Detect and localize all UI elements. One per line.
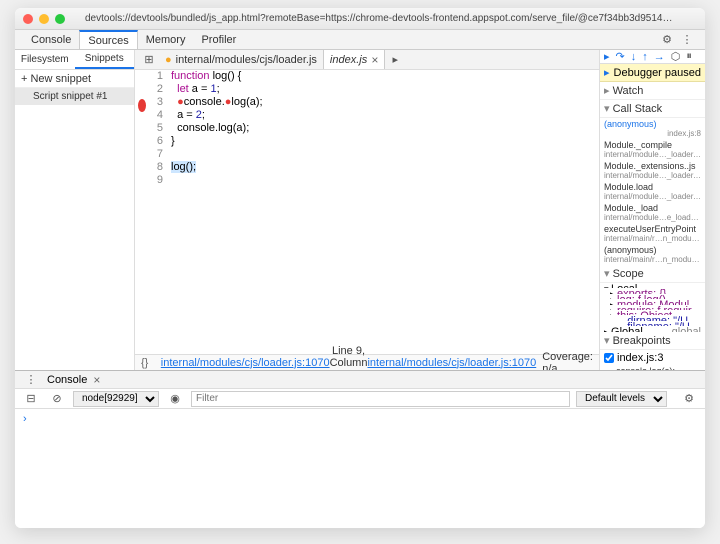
file-tab-index[interactable]: index.js× — [323, 50, 385, 69]
tab-sources[interactable]: Sources — [79, 30, 137, 49]
debugger-paused-msg: Debugger paused — [600, 64, 705, 82]
console-body[interactable]: › — [15, 409, 705, 528]
filter-input[interactable] — [191, 391, 570, 407]
console-settings-icon[interactable]: ⚙ — [681, 391, 697, 407]
pretty-print-icon[interactable]: {} — [141, 357, 161, 369]
snippet-item[interactable]: Script snippet #1 — [15, 88, 134, 105]
stack-frame[interactable]: Module._extensions..jsinternal/module…_l… — [600, 160, 705, 181]
titlebar: devtools://devtools/bundled/js_app.html?… — [15, 8, 705, 30]
debugger-panel: ▸ ↷ ↓ ↑ → ⬡ ⏸ Debugger paused Watch Call… — [600, 50, 705, 370]
tab-snippets[interactable]: Snippets — [75, 50, 135, 69]
breakpoint-item[interactable]: index.js:3 — [600, 350, 705, 366]
step-icon[interactable]: → — [654, 51, 665, 63]
section-scope[interactable]: Scope — [600, 265, 705, 283]
line-numbers: 123456789 — [149, 70, 167, 354]
resume-icon[interactable]: ▸ — [604, 50, 610, 63]
sidebar-toggle-icon[interactable]: ⊟ — [23, 391, 39, 407]
close-drawer-icon[interactable]: × — [93, 373, 100, 387]
status-link-right[interactable]: internal/modules/cjs/loader.js:1070 — [367, 357, 536, 369]
tab-memory[interactable]: Memory — [138, 30, 194, 49]
code-editor[interactable]: 123456789 function log() { let a = 1; ●c… — [135, 70, 599, 354]
breakpoint-marker-icon[interactable] — [138, 99, 146, 112]
section-callstack[interactable]: Call Stack — [600, 100, 705, 118]
new-snippet-button[interactable]: + New snippet — [15, 70, 134, 88]
console-prompt-icon: › — [23, 413, 27, 425]
dirty-dot-icon: ● — [165, 54, 172, 66]
close-window-icon[interactable] — [23, 14, 33, 24]
stack-frame[interactable]: Module._compileinternal/module…_loader.j… — [600, 139, 705, 160]
step-out-icon[interactable]: ↑ — [642, 51, 648, 63]
maximize-window-icon[interactable] — [55, 14, 65, 24]
stack-frame[interactable]: Module.loadinternal/module…_loader.js:10… — [600, 181, 705, 202]
step-over-icon[interactable]: ↷ — [616, 50, 625, 63]
nav-toggle-icon[interactable]: ⊞ — [141, 52, 157, 68]
more-icon[interactable]: ⋮ — [679, 32, 695, 48]
file-tabs: ⊞ ●internal/modules/cjs/loader.js index.… — [135, 50, 599, 70]
window-title: devtools://devtools/bundled/js_app.html?… — [65, 13, 697, 24]
section-watch[interactable]: Watch — [600, 82, 705, 100]
stack-frame[interactable]: executeUserEntryPointinternal/main/r…n_m… — [600, 223, 705, 244]
console-drawer: ⋮ Console × ⊟ ⊘ node[92929] ◉ Default le… — [15, 370, 705, 528]
breakpoint-checkbox[interactable] — [604, 353, 614, 363]
tab-profiler[interactable]: Profiler — [193, 30, 244, 49]
minimize-window-icon[interactable] — [39, 14, 49, 24]
settings-icon[interactable]: ⚙ — [659, 32, 675, 48]
close-tab-icon[interactable]: × — [371, 53, 378, 67]
stack-frame[interactable]: (anonymous)index.js:8 — [600, 118, 705, 139]
clear-console-icon[interactable]: ⊘ — [49, 391, 65, 407]
console-menu-icon[interactable]: ⋮ — [23, 372, 39, 388]
stack-frame[interactable]: (anonymous)internal/main/r…n_module.js:1… — [600, 244, 705, 265]
console-tab[interactable]: Console — [41, 374, 93, 386]
eye-icon[interactable]: ◉ — [167, 391, 183, 407]
tab-console[interactable]: Console — [23, 30, 79, 49]
context-selector[interactable]: node[92929] — [73, 391, 159, 407]
more-tabs-icon[interactable]: ▸ — [387, 52, 403, 68]
paused-line: log(); — [171, 161, 196, 173]
stack-frame[interactable]: Module._loadinternal/module…e_loader.js:… — [600, 202, 705, 223]
devtools-tabs: Console Sources Memory Profiler ⚙ ⋮ — [15, 30, 705, 50]
tab-filesystem[interactable]: Filesystem — [15, 50, 75, 69]
section-breakpoints[interactable]: Breakpoints — [600, 332, 705, 350]
deactivate-bp-icon[interactable]: ⬡ — [671, 50, 681, 63]
levels-selector[interactable]: Default levels — [576, 391, 667, 407]
file-tab-loader[interactable]: ●internal/modules/cjs/loader.js — [159, 50, 323, 69]
callstack-list: (anonymous)index.js:8 Module._compileint… — [600, 118, 705, 265]
breakpoint-gutter[interactable] — [135, 70, 149, 354]
editor-status-bar: {} internal/modules/cjs/loader.js:1070 L… — [135, 354, 599, 370]
step-into-icon[interactable]: ↓ — [631, 51, 637, 63]
breakpoint-label: index.js:3 — [617, 352, 663, 364]
status-link-left[interactable]: internal/modules/cjs/loader.js:1070 — [161, 357, 330, 369]
debugger-controls: ▸ ↷ ↓ ↑ → ⬡ ⏸ — [600, 50, 705, 64]
pause-exceptions-icon[interactable]: ⏸ — [686, 50, 692, 63]
navigator-panel: Filesystem Snippets + New snippet Script… — [15, 50, 135, 370]
